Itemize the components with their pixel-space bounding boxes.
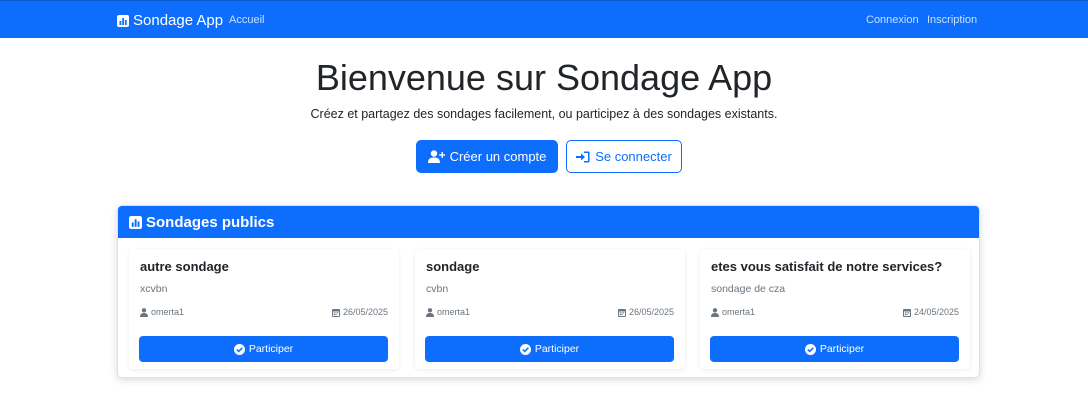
nav-link-register[interactable]: Inscription [927,14,977,26]
participate-label: Participer [819,343,865,355]
bar-chart-icon [117,14,129,27]
poll-author: omerta1 [711,307,755,317]
poll-author: omerta1 [140,307,184,317]
brand-link[interactable]: Sondage App [117,12,223,29]
poll-author-name: omerta1 [437,307,471,317]
poll-date-value: 24/05/2025 [913,307,959,317]
check-circle-icon [804,343,816,355]
participate-button[interactable]: Participer [139,336,388,362]
poll-date: 26/05/2025 [331,307,388,317]
bar-chart-icon [129,215,142,229]
poll-description: sondage de cza [711,283,786,295]
calendar-icon [902,308,911,317]
poll-date: 26/05/2025 [617,307,674,317]
poll-card: sondage cvbn omerta1 26/05/2025 Particip… [415,249,685,369]
poll-title: sondage [426,259,480,274]
poll-card: etes vous satisfait de notre services? s… [700,249,970,369]
participate-label: Participer [534,343,580,355]
poll-card: autre sondage xcvbn omerta1 26/05/2025 P… [129,249,399,369]
page-title: Bienvenue sur Sondage App [315,57,773,98]
poll-author: omerta1 [426,307,470,317]
calendar-icon [617,308,626,317]
poll-date-value: 26/05/2025 [342,307,388,317]
poll-author-name: omerta1 [151,307,185,317]
poll-date-value: 26/05/2025 [628,307,674,317]
page-subtitle: Créez et partagez des sondages facilemen… [310,107,778,121]
sign-in-icon [576,151,590,162]
calendar-icon [331,308,340,317]
public-polls-card: Sondages publics autre sondage xcvbn ome… [117,205,980,378]
login-label: Se connecter [595,149,672,164]
poll-title: autre sondage [140,259,229,274]
participate-button[interactable]: Participer [425,336,674,362]
public-polls-header: Sondages publics [118,206,979,238]
user-icon [140,307,148,317]
nav-link-login[interactable]: Connexion [866,14,919,26]
login-button[interactable]: Se connecter [566,140,682,173]
user-icon [426,307,434,317]
navbar: Sondage App Accueil Connexion Inscriptio… [0,0,1088,38]
nav-link-home[interactable]: Accueil [229,14,264,26]
check-circle-icon [233,343,245,355]
brand-label: Sondage App [133,12,224,29]
create-account-button[interactable]: Créer un compte [416,140,558,173]
create-account-label: Créer un compte [449,149,547,164]
poll-title: etes vous satisfait de notre services? [711,259,943,274]
participate-button[interactable]: Participer [710,336,959,362]
poll-author-name: omerta1 [722,307,756,317]
participate-label: Participer [248,343,294,355]
hero-section: Bienvenue sur Sondage App Créez et parta… [0,56,1088,121]
public-polls-title: Sondages publics [146,213,275,231]
poll-date: 24/05/2025 [902,307,959,317]
user-icon [711,307,719,317]
check-circle-icon [519,343,531,355]
poll-description: cvbn [426,283,449,295]
poll-description: xcvbn [140,283,168,295]
user-plus-icon [427,150,445,163]
